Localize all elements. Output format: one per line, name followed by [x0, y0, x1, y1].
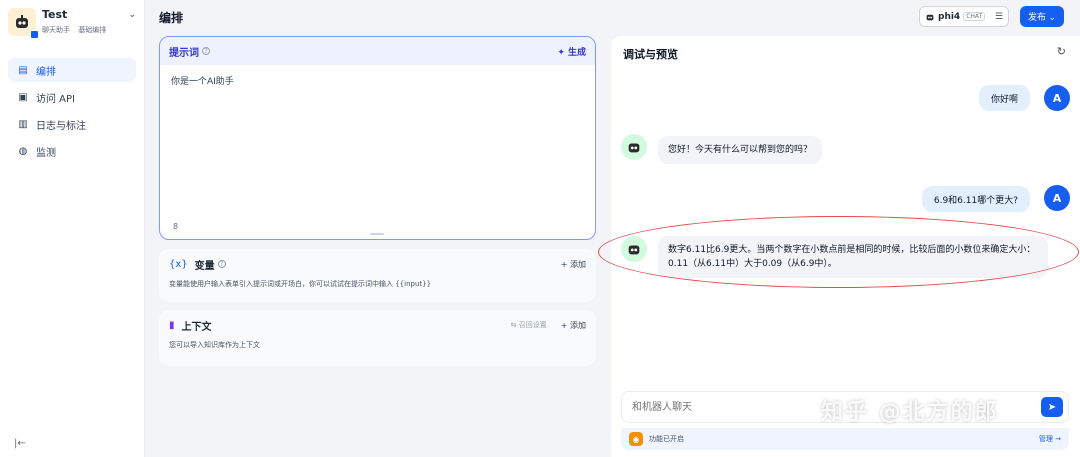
document-icon: ▮ — [169, 319, 175, 331]
prompt-char-count: 8 — [173, 222, 179, 231]
api-icon: ▣ — [18, 91, 28, 103]
resize-handle[interactable] — [370, 233, 384, 235]
app-header[interactable]: Test ⌄ 聊天助手 基础编排 — [0, 0, 144, 44]
variable-icon: {x} — [169, 258, 188, 270]
user-avatar: A — [1044, 85, 1070, 111]
sidebar-item-label: 监测 — [36, 147, 56, 159]
chevron-down-icon[interactable]: ⌄ — [128, 8, 136, 22]
chat-badge-icon — [30, 30, 39, 39]
sidebar: Test ⌄ 聊天助手 基础编排 ▤ 编排 ▣ 访问 API ▥ 日志与标注 ◍… — [0, 0, 145, 457]
feature-bar: ◉ 功能已开启 管理 → — [621, 428, 1069, 450]
variables-section: {x} 变量 ? + 添加 变量能使用户输入表单引入提示词或开场白，你可以试试在… — [159, 249, 596, 302]
watermark: 知乎 @北方的郎 — [821, 400, 999, 425]
bot-message: 数字6.11比6.9更大。当两个数字在小数点前是相同的时候，比较后面的小数位来确… — [658, 236, 1048, 278]
sidebar-item-label: 编排 — [36, 66, 56, 78]
add-variable-button[interactable]: + 添加 — [561, 259, 586, 270]
settings-sliders-icon[interactable]: ☰ — [995, 12, 1003, 22]
sidebar-nav: ▤ 编排 ▣ 访问 API ▥ 日志与标注 ◍ 监测 — [0, 44, 144, 163]
user-message: 6.9和6.11哪个更大? — [921, 186, 1030, 212]
feature-icon: ◉ — [629, 432, 643, 446]
context-title: 上下文 — [181, 321, 212, 333]
send-icon[interactable]: ➤ — [1041, 397, 1063, 417]
app-mode-tag: 基础编排 — [78, 26, 107, 34]
debug-title: 调试与预览 — [623, 48, 678, 61]
prompt-textarea[interactable]: 你是一个AI助手 — [160, 65, 595, 96]
recall-settings-button[interactable]: ⇆ 召回设置 — [511, 320, 547, 330]
help-icon[interactable]: ? — [202, 47, 210, 55]
manage-link[interactable]: 管理 → — [1039, 434, 1061, 444]
context-description: 您可以导入知识库作为上下文 — [169, 341, 260, 349]
prompt-label: 提示词 — [169, 47, 199, 59]
prompt-editor: 提示词 ? ✦ 生成 你是一个AI助手 8 — [159, 36, 596, 240]
context-section: ▮ 上下文 ⇆ 召回设置 + 添加 您可以导入知识库作为上下文 — [159, 310, 596, 366]
sidebar-item-logs[interactable]: ▥ 日志与标注 — [8, 112, 136, 136]
model-selector[interactable]: phi4 CHAT ☰ — [919, 6, 1009, 27]
sidebar-item-orchestrate[interactable]: ▤ 编排 — [8, 58, 136, 82]
variables-title: 变量 — [194, 260, 215, 272]
sidebar-item-api[interactable]: ▣ 访问 API — [8, 85, 136, 109]
generate-button[interactable]: ✦ 生成 — [557, 45, 586, 58]
bot-message: 您好！今天有什么可以帮到您的吗？ — [658, 136, 823, 164]
model-mode-badge: CHAT — [963, 12, 986, 21]
user-message: 你好啊 — [978, 85, 1030, 111]
sidebar-item-monitor[interactable]: ◍ 监测 — [8, 139, 136, 163]
robot-face-icon — [628, 245, 640, 255]
bot-avatar — [621, 236, 647, 262]
sidebar-item-label: 访问 API — [36, 93, 75, 105]
add-context-button[interactable]: + 添加 — [561, 320, 586, 331]
model-name: phi4 — [938, 11, 961, 22]
app-icon — [8, 8, 39, 39]
log-icon: ▥ — [18, 118, 28, 130]
page-title: 编排 — [159, 11, 184, 25]
model-icon — [926, 14, 934, 20]
app-type-tag: 聊天助手 — [42, 26, 70, 34]
monitor-icon: ◍ — [18, 145, 28, 157]
publish-button[interactable]: 发布 ⌄ — [1020, 6, 1064, 27]
refresh-icon[interactable]: ↻ — [1057, 45, 1066, 58]
collapse-sidebar-icon[interactable]: |← — [14, 438, 26, 449]
prompt-header: 提示词 ? ✦ 生成 — [160, 37, 595, 65]
variables-description: 变量能使用户输入表单引入提示词或开场白，你可以试试在提示词中输入 {{input… — [169, 280, 432, 288]
app-name: Test — [42, 8, 68, 21]
feature-status: 功能已开启 — [649, 435, 684, 443]
layout-icon: ▤ — [18, 64, 28, 76]
robot-face-icon — [628, 143, 640, 153]
user-avatar: A — [1044, 185, 1070, 211]
robot-face-icon — [16, 15, 28, 28]
help-icon[interactable]: ? — [217, 260, 226, 268]
sidebar-item-label: 日志与标注 — [36, 120, 86, 132]
bot-avatar — [621, 134, 647, 160]
